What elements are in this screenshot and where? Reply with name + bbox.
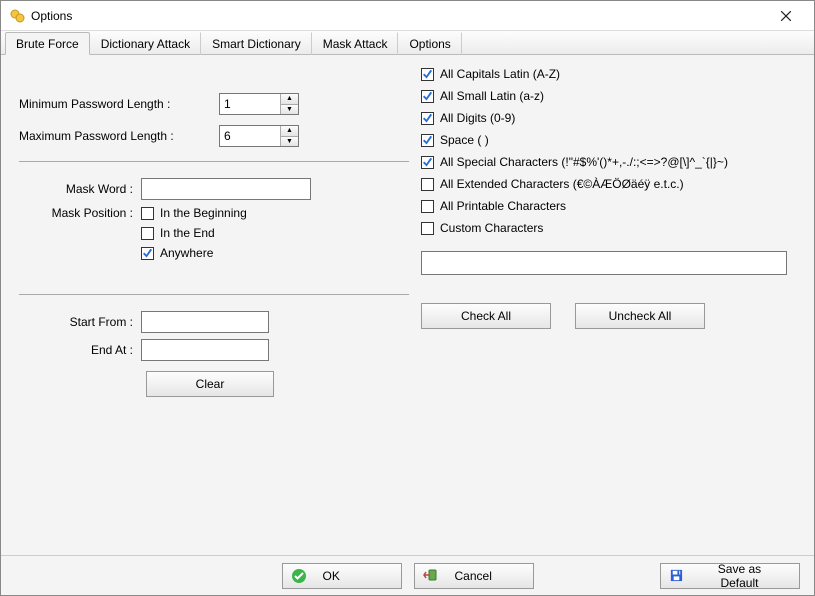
max-length-spinner[interactable]: ▲ ▼ (219, 125, 299, 147)
start-from-input[interactable] (141, 311, 269, 333)
max-length-label: Maximum Password Length : (19, 129, 219, 143)
charset-space-checkbox[interactable] (421, 134, 434, 147)
tab-strip: Brute Force Dictionary Attack Smart Dict… (1, 31, 814, 55)
charset-small-label[interactable]: All Small Latin (a-z) (440, 89, 544, 103)
separator-1 (19, 161, 409, 162)
min-length-input[interactable] (220, 94, 280, 114)
mask-position-label: Mask Position : (19, 206, 141, 220)
separator-2 (19, 294, 409, 295)
max-length-down[interactable]: ▼ (281, 137, 298, 147)
save-default-button[interactable]: Save as Default (660, 563, 800, 589)
mask-anywhere-checkbox[interactable] (141, 247, 154, 260)
charset-custom-checkbox[interactable] (421, 222, 434, 235)
min-length-label: Minimum Password Length : (19, 97, 219, 111)
custom-chars-input[interactable] (421, 251, 787, 275)
app-icon (9, 8, 25, 24)
tab-content: Minimum Password Length : ▲ ▼ Maximum Pa… (1, 55, 814, 555)
clear-button[interactable]: Clear (146, 371, 274, 397)
min-length-spinner[interactable]: ▲ ▼ (219, 93, 299, 115)
charset-space-label[interactable]: Space ( ) (440, 133, 489, 147)
max-length-input[interactable] (220, 126, 280, 146)
charset-digits-label[interactable]: All Digits (0-9) (440, 111, 515, 125)
save-icon (669, 568, 684, 584)
tab-brute-force[interactable]: Brute Force (5, 32, 90, 55)
tab-options[interactable]: Options (398, 32, 461, 55)
mask-begin-checkbox[interactable] (141, 207, 154, 220)
cancel-icon (423, 568, 439, 584)
charset-small-checkbox[interactable] (421, 90, 434, 103)
charset-custom-label[interactable]: Custom Characters (440, 221, 543, 235)
charset-capitals-checkbox[interactable] (421, 68, 434, 81)
charset-printable-checkbox[interactable] (421, 200, 434, 213)
check-all-button[interactable]: Check All (421, 303, 551, 329)
mask-word-input[interactable] (141, 178, 311, 200)
charset-special-checkbox[interactable] (421, 156, 434, 169)
end-at-label: End At : (19, 343, 141, 357)
tab-mask-attack[interactable]: Mask Attack (312, 32, 399, 55)
mask-end-label[interactable]: In the End (160, 226, 215, 240)
charset-digits-checkbox[interactable] (421, 112, 434, 125)
end-at-input[interactable] (141, 339, 269, 361)
tab-dictionary-attack[interactable]: Dictionary Attack (90, 32, 201, 55)
charset-capitals-label[interactable]: All Capitals Latin (A-Z) (440, 67, 560, 81)
left-column: Minimum Password Length : ▲ ▼ Maximum Pa… (19, 67, 409, 397)
dialog-footer: OK Cancel Save as Default (1, 555, 814, 595)
mask-end-checkbox[interactable] (141, 227, 154, 240)
mask-begin-label[interactable]: In the Beginning (160, 206, 247, 220)
save-default-label: Save as Default (700, 562, 779, 590)
ok-label: OK (323, 569, 340, 583)
charset-special-label[interactable]: All Special Characters (!"#$%'()*+,-./:;… (440, 155, 728, 169)
uncheck-all-button[interactable]: Uncheck All (575, 303, 705, 329)
start-from-label: Start From : (19, 315, 141, 329)
mask-word-label: Mask Word : (19, 182, 141, 196)
titlebar: Options (1, 1, 814, 31)
mask-anywhere-label[interactable]: Anywhere (160, 246, 213, 260)
charset-extended-checkbox[interactable] (421, 178, 434, 191)
tab-smart-dictionary[interactable]: Smart Dictionary (201, 32, 312, 55)
ok-icon (291, 568, 307, 584)
ok-button[interactable]: OK (282, 563, 402, 589)
min-length-up[interactable]: ▲ (281, 94, 298, 105)
right-column: All Capitals Latin (A-Z) All Small Latin… (421, 67, 793, 329)
cancel-button[interactable]: Cancel (414, 563, 534, 589)
window-title: Options (31, 9, 72, 23)
charset-extended-label[interactable]: All Extended Characters (€©ÀÆÖØäéÿ e.t.c… (440, 177, 684, 191)
charset-printable-label[interactable]: All Printable Characters (440, 199, 566, 213)
close-button[interactable] (766, 2, 806, 30)
max-length-up[interactable]: ▲ (281, 126, 298, 137)
cancel-label: Cancel (455, 569, 492, 583)
min-length-down[interactable]: ▼ (281, 105, 298, 115)
